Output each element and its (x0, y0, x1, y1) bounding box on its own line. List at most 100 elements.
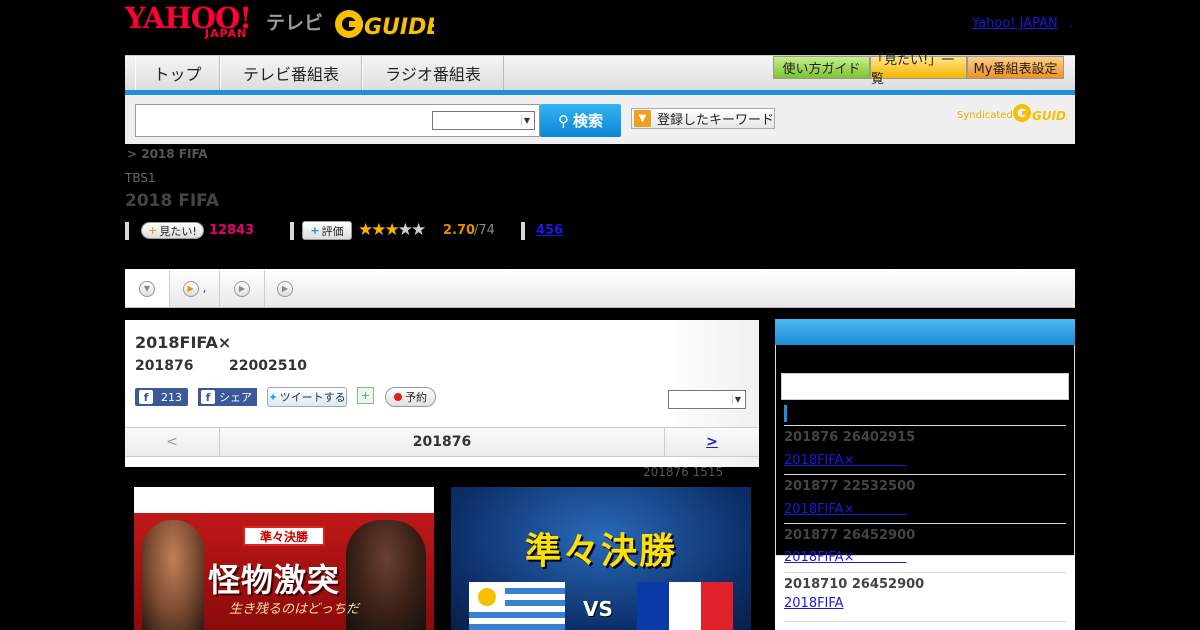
divider (784, 621, 1066, 622)
usage-guide-button[interactable]: 使い方ガイド (773, 56, 870, 79)
sidebar-header (775, 319, 1075, 345)
sidebar-item-datetime: 201877 26452900 (784, 528, 916, 543)
sidebar-lower (775, 556, 1075, 630)
sidebar-search-input[interactable] (781, 373, 1069, 400)
subtab-1[interactable]: ▼ (125, 270, 170, 307)
star-icon: ★ (371, 220, 386, 240)
pager-next-button[interactable]: > (664, 428, 759, 456)
mitai-button-label: 見たい! (159, 224, 197, 238)
sidebar-item-link[interactable]: 2018FIFA× (784, 546, 906, 565)
add-calendar-icon[interactable]: + (357, 387, 374, 404)
promo-image-2-title: 準々決勝 (524, 531, 677, 572)
divider (784, 474, 1066, 475)
search-icon: ⚲ (557, 111, 569, 130)
chevron-down-icon: ▼ (634, 110, 651, 127)
search-button[interactable]: ⚲ 検索 (540, 104, 621, 137)
search-category-select[interactable]: ▼ (432, 111, 535, 130)
twitter-bird-icon: ✦ (268, 390, 278, 404)
sidebar-item-datetime: 201877 22532500 (784, 479, 916, 494)
reserve-button[interactable]: 予約 (385, 387, 436, 407)
tweet-button[interactable]: ✦ ツイートする (267, 387, 347, 407)
reserve-label: 予約 (405, 391, 427, 404)
sidebar-item-datetime: 2018710 26452900 (784, 577, 925, 592)
subtab-3[interactable]: ▶ (220, 270, 265, 307)
syndicated-gguide-logo: GUIDE (1013, 104, 1067, 123)
subtab-4[interactable]: ▶ (265, 270, 305, 307)
record-dot-icon (394, 393, 402, 401)
promo-image-1-badge: 準々決勝 (243, 526, 325, 546)
tab-tv-listings[interactable]: テレビ番組表 (220, 56, 362, 90)
uruguay-flag-icon (469, 582, 565, 630)
mitai-button[interactable]: + 見たい! (141, 222, 204, 239)
breadcrumb[interactable]: > 2018 FIFA (127, 147, 208, 161)
subtab-2-label: , (202, 282, 207, 295)
my-listings-button[interactable]: My番組表設定 (967, 56, 1064, 79)
divider (784, 425, 1066, 426)
gguide-logo[interactable]: GUIDE (334, 8, 434, 40)
sidebar-section-marker (784, 405, 787, 422)
sidebar-item-link[interactable]: 2018FIFA× (784, 498, 906, 517)
tweet-label: ツイートする (279, 391, 346, 404)
chevron-down-icon: ▼ (521, 115, 532, 126)
saved-keywords-button[interactable]: ▼ 登録したキーワード (631, 108, 775, 129)
facebook-share-label: シェア (219, 391, 252, 404)
star-icon: ★ (358, 220, 373, 240)
promo-image-1[interactable]: 準々決勝 怪物激突 生き残るのはどっちだ (134, 487, 434, 630)
star-half-icon: ★ (384, 220, 400, 240)
player-photo-left (142, 520, 204, 630)
episode-title: 2018FIFA× (135, 333, 232, 352)
tab-radio-listings[interactable]: ラジオ番組表 (362, 56, 504, 90)
pager-prev-button[interactable]: < (125, 428, 220, 456)
yahoo-logo-sub: JAPAN (205, 27, 248, 40)
facebook-icon: f (201, 390, 215, 404)
play-icon: ▶ (277, 280, 293, 297)
facebook-icon: f (139, 390, 153, 404)
star-icon: ★ (411, 220, 426, 240)
promo-image-1-subtitle: 生き残るのはどっちだ (229, 602, 360, 617)
search-button-label: 検索 (572, 112, 603, 130)
header-trailing-dot: , (1070, 18, 1074, 29)
sidebar-item-link[interactable]: 2018FIFA (784, 596, 844, 611)
divider (521, 222, 525, 240)
plus-icon: + (310, 224, 320, 237)
france-flag-icon (637, 582, 733, 630)
sidebar-item-datetime: 201876 26402915 (784, 430, 916, 445)
star-rating: ★★★★★ (358, 220, 426, 240)
facebook-like-button[interactable]: f 213 (135, 388, 188, 406)
promo-image-1-title: 怪物激突 (208, 561, 341, 599)
promo-image-2[interactable]: 準々決勝 VS (451, 487, 751, 630)
tab-top[interactable]: トップ (135, 56, 220, 90)
episode-date: 201876 (135, 358, 194, 374)
plus-icon: + (148, 224, 158, 237)
rate-button-label: 評価 (321, 224, 344, 238)
yahoo-japan-link[interactable]: Yahoo! JAPAN (972, 16, 1058, 31)
reviews-link[interactable]: 456 (536, 223, 563, 238)
rate-button[interactable]: + 評価 (302, 221, 352, 240)
divider (784, 523, 1066, 524)
tv-label[interactable]: テレビ (266, 8, 323, 35)
station-name: TBS1 (125, 171, 156, 185)
divider (125, 222, 129, 240)
rating-value: 2.70 (443, 223, 476, 238)
updated-timestamp: 201876 1515 (643, 465, 724, 479)
gguide-logo-text: GUIDE (364, 15, 434, 40)
chevron-down-icon: ▼ (732, 394, 743, 405)
sidebar-item-link[interactable]: 2018FIFA× (784, 449, 906, 468)
sun-icon (478, 588, 496, 606)
pager-date: 201876 (412, 434, 472, 450)
versus-label: VS (583, 597, 613, 621)
play-icon: ▶ (234, 280, 250, 297)
chevron-down-icon: ▼ (139, 280, 155, 297)
star-icon: ★ (397, 220, 413, 240)
rating-count: /74 (474, 223, 495, 238)
episode-select[interactable]: ▼ (668, 390, 746, 409)
facebook-share-button[interactable]: f シェア (198, 388, 257, 406)
divider (784, 572, 1066, 573)
subtab-2[interactable]: ▶ , (170, 270, 220, 307)
syndicated-label: Syndicated (957, 110, 1013, 121)
episode-time: 22002510 (229, 358, 307, 374)
page-title: 2018 FIFA (125, 191, 219, 211)
divider (290, 222, 294, 240)
mitai-count: 12843 (209, 223, 255, 238)
mitai-list-button[interactable]: 「見たい!」一覧 (870, 53, 967, 87)
